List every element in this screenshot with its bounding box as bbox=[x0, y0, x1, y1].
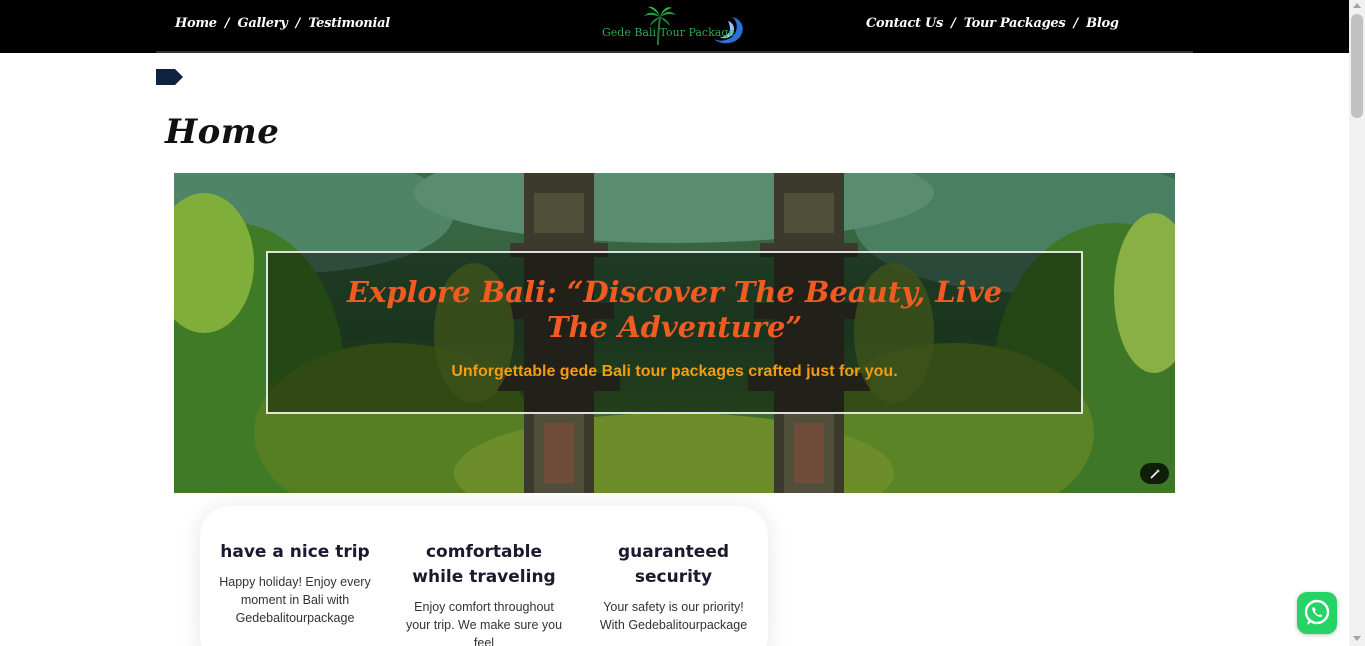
nav-link-testimonial[interactable]: Testimonial bbox=[308, 16, 390, 31]
top-navigation-bar: Home / Gallery / Testimonial Gede Bali T… bbox=[0, 0, 1349, 53]
site-logo[interactable]: Gede Bali Tour Package bbox=[600, 5, 748, 47]
page-title: Home bbox=[165, 112, 280, 152]
feature-text: Happy holiday! Enjoy every moment in Bal… bbox=[219, 575, 371, 625]
nav-separator: / bbox=[224, 16, 230, 31]
nav-separator: / bbox=[295, 16, 301, 31]
nav-link-tour-packages[interactable]: Tour Packages bbox=[964, 16, 1066, 31]
hero-banner: Explore Bali: “Discover The Beauty, Live… bbox=[174, 173, 1175, 493]
scroll-up-arrow-icon[interactable] bbox=[1353, 3, 1361, 8]
feature-title: comfortable while traveling bbox=[412, 542, 556, 587]
nav-link-contact-us[interactable]: Contact Us bbox=[866, 16, 943, 31]
nav-divider bbox=[156, 51, 1193, 53]
hero-subheading: Unforgettable gede Bali tour packages cr… bbox=[451, 363, 898, 380]
scrollbar-thumb[interactable] bbox=[1351, 14, 1363, 118]
feature-comfortable: comfortable while traveling Enjoy comfor… bbox=[405, 540, 563, 646]
feature-text: Enjoy comfort throughout your trip. We m… bbox=[405, 600, 563, 646]
nav-separator: / bbox=[951, 16, 956, 31]
scroll-down-arrow-icon[interactable] bbox=[1353, 636, 1361, 641]
hero-text-box: Explore Bali: “Discover The Beauty, Live… bbox=[266, 251, 1083, 414]
nav-link-gallery[interactable]: Gallery bbox=[238, 16, 288, 31]
page-scrollbar[interactable] bbox=[1349, 0, 1365, 646]
whatsapp-icon bbox=[1304, 599, 1330, 625]
feature-title: guaranteed security bbox=[617, 542, 730, 587]
feature-nice-trip: have a nice trip Happy holiday! Enjoy ev… bbox=[215, 540, 375, 627]
feature-text: Your safety is our priority! With Gedeba… bbox=[599, 600, 748, 632]
nav-link-home[interactable]: Home bbox=[175, 16, 217, 31]
tag-icon bbox=[156, 69, 183, 85]
features-card: have a nice trip Happy holiday! Enjoy ev… bbox=[200, 506, 768, 646]
feature-title: have a nice trip bbox=[220, 542, 370, 562]
nav-left-group: Home / Gallery / Testimonial bbox=[175, 16, 390, 31]
logo-text: Gede Bali Tour Package bbox=[602, 26, 735, 39]
hero-heading: Explore Bali: “Discover The Beauty, Live… bbox=[346, 275, 1003, 344]
nav-link-blog[interactable]: Blog bbox=[1086, 16, 1119, 31]
magic-wand-icon[interactable] bbox=[1140, 463, 1169, 484]
feature-security: guaranteed security Your safety is our p… bbox=[592, 540, 755, 634]
nav-right-group: Contact Us / Tour Packages / Blog bbox=[866, 16, 1119, 31]
whatsapp-button[interactable] bbox=[1297, 592, 1337, 634]
nav-separator: / bbox=[1073, 16, 1079, 31]
